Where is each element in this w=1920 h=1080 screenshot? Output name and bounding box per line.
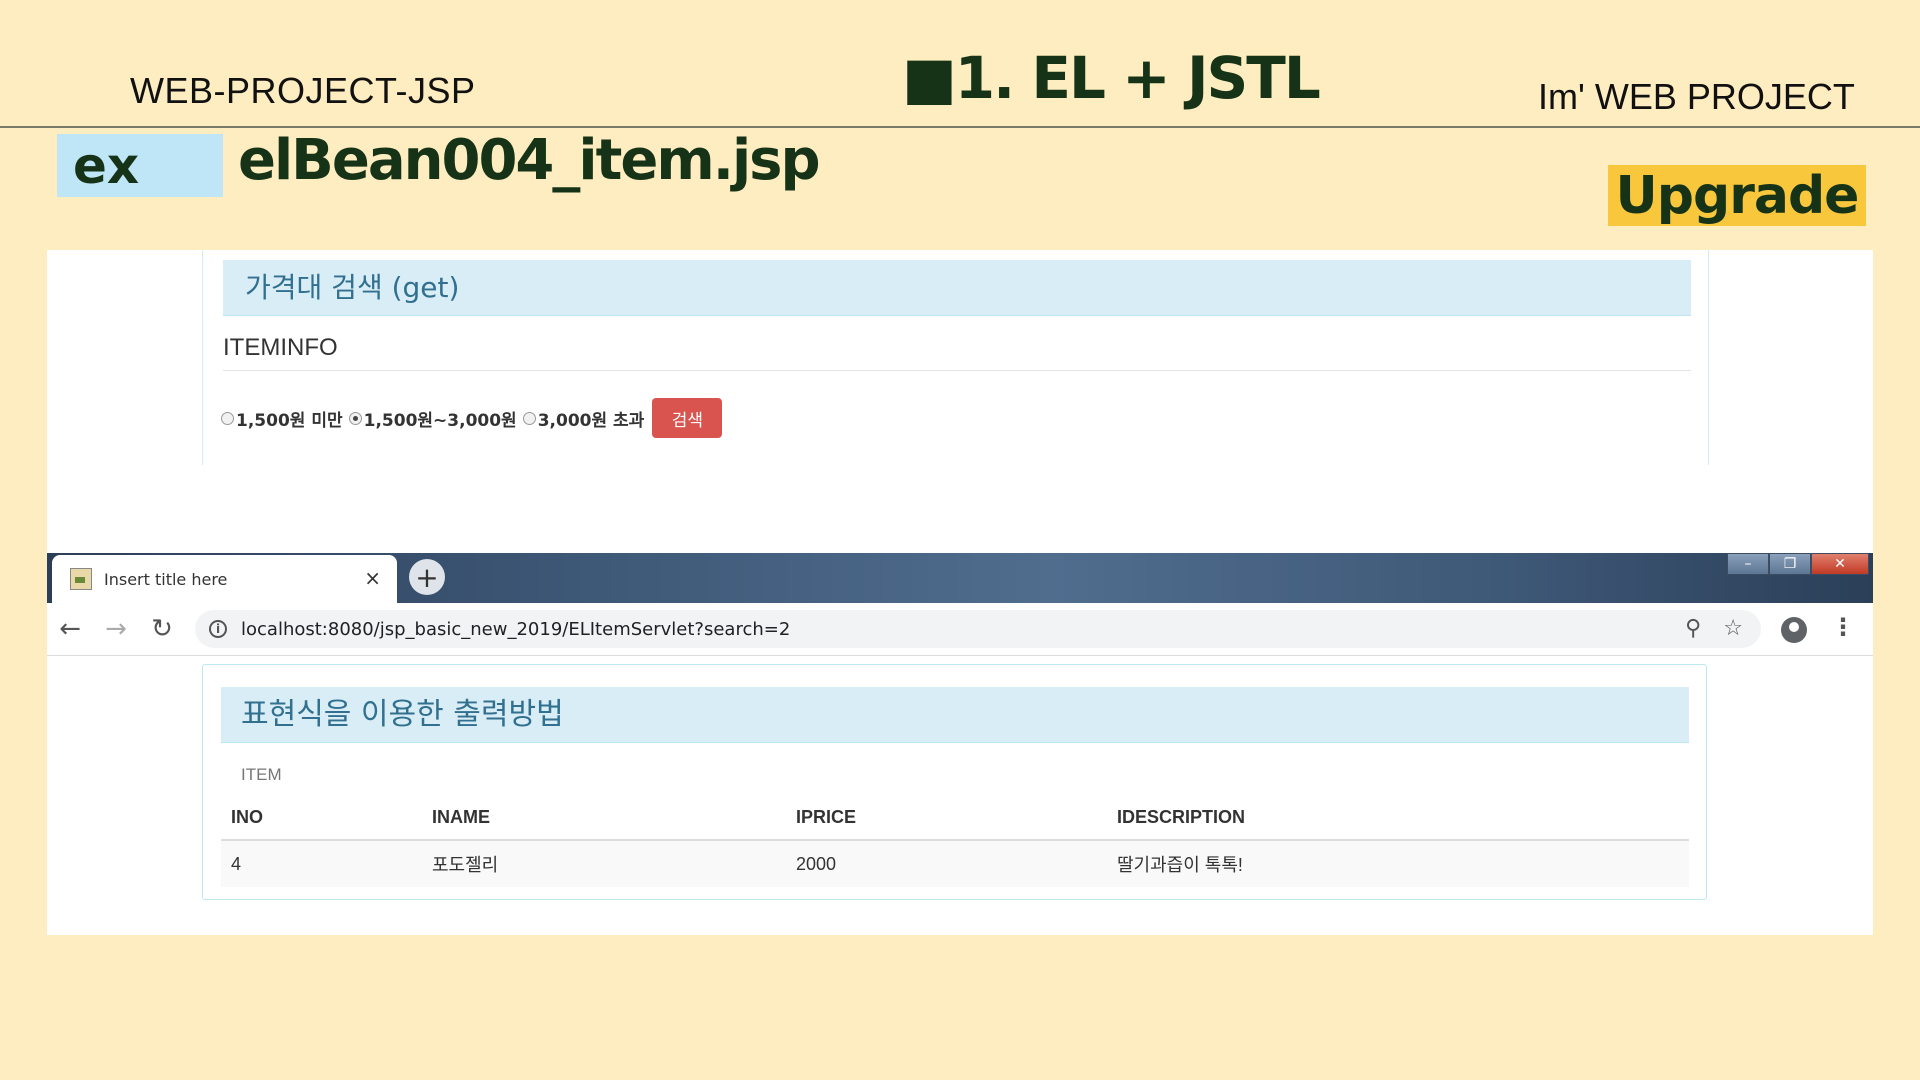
- star-icon[interactable]: ☆: [1723, 616, 1743, 641]
- file-name-title: elBean004_item.jsp: [238, 128, 821, 193]
- new-tab-button[interactable]: +: [409, 559, 445, 595]
- browser-tab[interactable]: Insert title here ×: [52, 555, 397, 603]
- back-icon[interactable]: ←: [47, 606, 93, 652]
- radio-label: 3,000원 초과: [537, 410, 645, 431]
- browser-window: Insert title here × + – ❐ ✕ ← → ↻ i loca…: [47, 553, 1873, 935]
- zoom-icon[interactable]: ⚲: [1685, 616, 1701, 641]
- table-cell: 4: [221, 839, 422, 887]
- slide-header-left: WEB-PROJECT-JSP: [130, 70, 476, 111]
- radio-label: 1,500원 미만: [236, 410, 343, 431]
- result-panel-heading: 표현식을 이용한 출력방법: [221, 687, 1689, 743]
- minimize-icon[interactable]: –: [1727, 553, 1769, 575]
- table-header-row: INO INAME IPRICE IDESCRIPTION: [221, 795, 1689, 841]
- radio-under-1500[interactable]: [221, 411, 234, 425]
- ex-badge: ex: [57, 134, 223, 197]
- table-row: 4 포도젤리 2000 딸기과즙이 톡톡!: [221, 839, 1689, 887]
- column-header: INAME: [422, 795, 786, 841]
- table-cell: 2000: [786, 839, 1107, 887]
- result-card: 표현식을 이용한 출력방법 ITEM INO INAME IPRICE IDES…: [202, 664, 1707, 900]
- page-favicon-icon: [70, 568, 92, 590]
- table-caption: ITEM: [241, 765, 282, 784]
- browser-toolbar: ← → ↻ i localhost:8080/jsp_basic_new_201…: [47, 603, 1873, 656]
- price-radio-group: 1,500원 미만 1,500원~3,000원 3,000원 초과 검색: [221, 398, 723, 438]
- tab-title: Insert title here: [104, 569, 228, 589]
- tab-close-icon[interactable]: ×: [364, 566, 381, 590]
- search-form-card: 가격대 검색 (get) ITEMINFO 1,500원 미만 1,500원~3…: [202, 250, 1709, 465]
- tab-strip: Insert title here × + – ❐ ✕: [47, 553, 1873, 603]
- radio-1500-3000[interactable]: [348, 411, 362, 425]
- subtitle-divider: [223, 370, 1691, 371]
- radio-over-3000[interactable]: [522, 411, 536, 425]
- restore-icon[interactable]: ❐: [1769, 553, 1811, 575]
- menu-icon[interactable]: ⋮: [1831, 613, 1855, 641]
- upgrade-badge: Upgrade: [1608, 165, 1866, 226]
- search-button[interactable]: 검색: [652, 398, 723, 438]
- window-close-icon[interactable]: ✕: [1811, 553, 1869, 575]
- item-table: INO INAME IPRICE IDESCRIPTION 4 포도젤리 200…: [221, 795, 1689, 887]
- reload-icon[interactable]: ↻: [139, 606, 185, 652]
- forward-icon[interactable]: →: [93, 606, 139, 652]
- column-header: INO: [221, 795, 422, 841]
- url-text[interactable]: localhost:8080/jsp_basic_new_2019/ELItem…: [241, 619, 790, 640]
- window-controls: – ❐ ✕: [1727, 553, 1869, 575]
- screenshot-panel: 가격대 검색 (get) ITEMINFO 1,500원 미만 1,500원~3…: [47, 250, 1873, 935]
- column-header: IPRICE: [786, 795, 1107, 841]
- slide-header-right: Im' WEB PROJECT: [1538, 76, 1855, 117]
- radio-label: 1,500원~3,000원: [363, 410, 517, 431]
- table-cell: 포도젤리: [422, 839, 786, 887]
- info-icon[interactable]: i: [209, 620, 227, 638]
- table-cell: 딸기과즙이 톡톡!: [1107, 839, 1689, 887]
- slide-title: ■1. EL + JSTL: [902, 44, 1321, 112]
- address-bar[interactable]: i localhost:8080/jsp_basic_new_2019/ELIt…: [195, 610, 1761, 648]
- column-header: IDESCRIPTION: [1107, 795, 1689, 841]
- form-panel-heading: 가격대 검색 (get): [223, 260, 1691, 316]
- form-subtitle: ITEMINFO: [223, 334, 338, 361]
- account-icon[interactable]: [1781, 617, 1807, 643]
